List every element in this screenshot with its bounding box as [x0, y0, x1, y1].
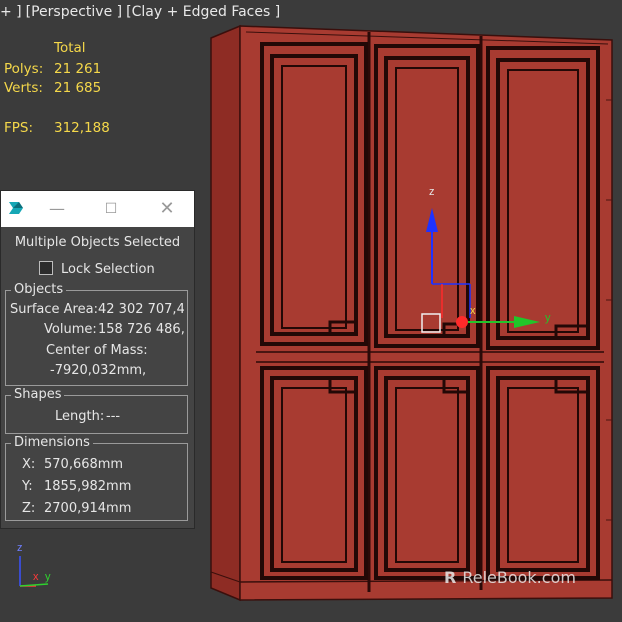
stats-header: Total: [54, 40, 86, 56]
stats-polys-value: 21 261: [54, 61, 102, 77]
dim-y-value: 1855,982mm: [44, 479, 132, 494]
maximize-button[interactable]: ☐: [99, 198, 123, 220]
tripod-z-label: z: [17, 542, 23, 554]
stats-fps-value: 312,188: [54, 120, 110, 136]
panel-title: Multiple Objects Selected: [14, 235, 181, 250]
dim-x-value: 570,668mm: [44, 457, 124, 472]
viewport-plus-menu[interactable]: + ]: [0, 4, 22, 20]
lock-selection-checkbox[interactable]: Lock Selection: [39, 261, 155, 277]
stats-fps-label: FPS:: [4, 120, 34, 136]
center-of-mass-label: Center of Mass:: [46, 343, 148, 358]
stats-polys-label: Polys:: [4, 61, 44, 77]
dim-x-label: X:: [22, 457, 36, 472]
center-of-mass-value: -7920,032mm,: [50, 363, 147, 378]
watermark-text: ReleBook.com: [462, 568, 576, 587]
dim-z-value: 2700,914mm: [44, 501, 132, 516]
length-label: Length:: [55, 409, 105, 424]
viewport-shading-menu[interactable]: [Clay + Edged Faces ]: [126, 4, 280, 20]
objects-group: Objects Surface Area: 42 302 707,4 Volum…: [5, 282, 188, 386]
dim-z-label: Z:: [22, 501, 36, 516]
shapes-group-title: Shapes: [11, 387, 65, 402]
length-value: ---: [106, 409, 121, 424]
dim-y-label: Y:: [22, 479, 33, 494]
stats-verts-label: Verts:: [4, 80, 43, 96]
lock-selection-label: Lock Selection: [61, 262, 155, 277]
gizmo-y-label: y: [545, 312, 551, 324]
viewport-view-menu[interactable]: [Perspective ]: [26, 4, 122, 20]
viewport-label[interactable]: + ] [Perspective ] [Clay + Edged Faces ]: [0, 4, 284, 20]
volume-value: 158 726 486,0: [98, 322, 184, 337]
gizmo-x-label: x: [470, 305, 476, 317]
tripod-y-label: y: [45, 571, 51, 583]
dimensions-group-title: Dimensions: [11, 435, 93, 450]
measure-panel[interactable]: — ☐ ✕ Multiple Objects Selected Lock Sel…: [0, 190, 195, 529]
volume-label: Volume:: [44, 322, 97, 337]
surface-area-label: Surface Area:: [10, 302, 98, 317]
close-button[interactable]: ✕: [155, 198, 179, 220]
stats-verts-value: 21 685: [54, 80, 102, 96]
panel-titlebar[interactable]: — ☐ ✕: [1, 191, 194, 227]
watermark: R ReleBook.com: [444, 568, 576, 587]
checkbox-box[interactable]: [39, 261, 53, 275]
watermark-logo-icon: R: [444, 568, 457, 587]
gizmo-z-label: z: [429, 186, 435, 198]
app-icon: [9, 202, 23, 214]
objects-group-title: Objects: [11, 282, 67, 297]
surface-area-value: 42 302 707,4: [98, 302, 184, 317]
minimize-button[interactable]: —: [45, 198, 69, 220]
tripod-x-label: x: [33, 571, 39, 583]
dimensions-group: Dimensions X: 570,668mm Y: 1855,982mm Z:…: [5, 435, 188, 521]
shapes-group: Shapes Length: ---: [5, 387, 188, 434]
